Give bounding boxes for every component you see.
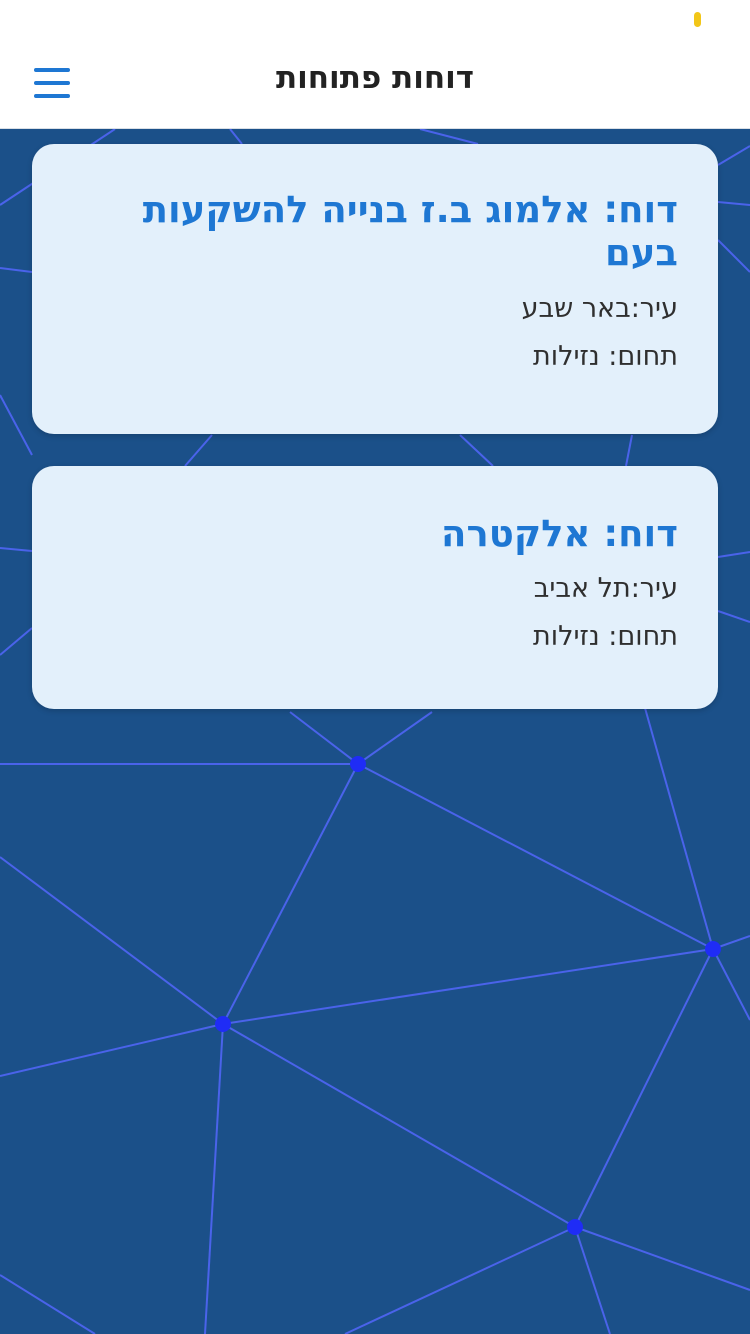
report-city: עיר:תל אביב — [533, 573, 678, 605]
report-card[interactable]: דוח: אלקטרה עיר:תל אביב תחום: נזילות — [32, 466, 718, 709]
status-indicator-icon — [694, 12, 701, 27]
report-field: תחום: נזילות — [533, 340, 678, 372]
page-title: דוחות פתוחות — [275, 60, 475, 96]
reports-list: דוח: אלמוג ב.ז בנייה להשקעות בעם עיר:באר… — [32, 144, 718, 741]
report-card[interactable]: דוח: אלמוג ב.ז בנייה להשקעות בעם עיר:באר… — [32, 144, 718, 434]
status-bar — [0, 0, 750, 40]
app-header: דוחות פתוחות — [0, 40, 750, 129]
report-city: עיר:באר שבע — [521, 292, 678, 324]
report-title: דוח: אלקטרה — [441, 512, 678, 555]
report-field: תחום: נזילות — [533, 621, 678, 653]
report-title: דוח: אלמוג ב.ז בנייה להשקעות בעם — [142, 188, 678, 275]
network-nodes — [215, 756, 721, 1235]
